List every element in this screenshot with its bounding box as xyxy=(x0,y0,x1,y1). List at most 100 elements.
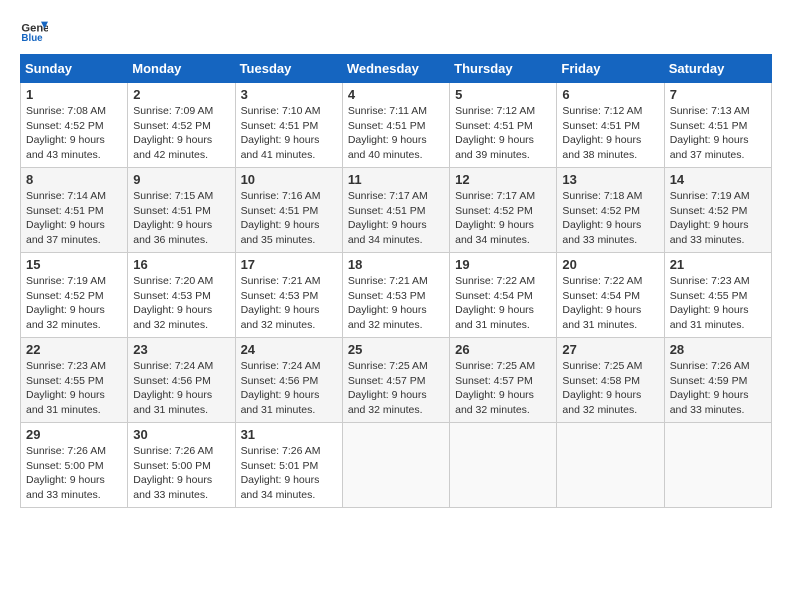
day-detail: Sunrise: 7:11 AMSunset: 4:51 PMDaylight:… xyxy=(348,105,427,161)
logo-icon: General Blue xyxy=(20,16,48,44)
day-detail: Sunrise: 7:24 AMSunset: 4:56 PMDaylight:… xyxy=(241,360,321,416)
day-number: 22 xyxy=(26,342,122,357)
calendar-cell xyxy=(342,423,449,508)
day-detail: Sunrise: 7:20 AMSunset: 4:53 PMDaylight:… xyxy=(133,275,213,331)
day-number: 31 xyxy=(241,427,337,442)
calendar-table: SundayMondayTuesdayWednesdayThursdayFrid… xyxy=(20,54,772,508)
calendar-week-5: 29 Sunrise: 7:26 AMSunset: 5:00 PMDaylig… xyxy=(21,423,772,508)
day-number: 18 xyxy=(348,257,444,272)
calendar-cell: 7 Sunrise: 7:13 AMSunset: 4:51 PMDayligh… xyxy=(664,83,771,168)
calendar-cell: 27 Sunrise: 7:25 AMSunset: 4:58 PMDaylig… xyxy=(557,338,664,423)
day-detail: Sunrise: 7:08 AMSunset: 4:52 PMDaylight:… xyxy=(26,105,106,161)
day-detail: Sunrise: 7:26 AMSunset: 5:00 PMDaylight:… xyxy=(26,445,106,501)
day-detail: Sunrise: 7:24 AMSunset: 4:56 PMDaylight:… xyxy=(133,360,213,416)
calendar-week-3: 15 Sunrise: 7:19 AMSunset: 4:52 PMDaylig… xyxy=(21,253,772,338)
day-number: 19 xyxy=(455,257,551,272)
calendar-cell: 10 Sunrise: 7:16 AMSunset: 4:51 PMDaylig… xyxy=(235,168,342,253)
day-detail: Sunrise: 7:22 AMSunset: 4:54 PMDaylight:… xyxy=(455,275,535,331)
day-number: 27 xyxy=(562,342,658,357)
calendar-cell: 14 Sunrise: 7:19 AMSunset: 4:52 PMDaylig… xyxy=(664,168,771,253)
calendar-cell: 11 Sunrise: 7:17 AMSunset: 4:51 PMDaylig… xyxy=(342,168,449,253)
day-detail: Sunrise: 7:26 AMSunset: 5:00 PMDaylight:… xyxy=(133,445,213,501)
logo: General Blue xyxy=(20,16,48,44)
calendar-cell xyxy=(557,423,664,508)
day-number: 15 xyxy=(26,257,122,272)
day-number: 11 xyxy=(348,172,444,187)
day-detail: Sunrise: 7:26 AMSunset: 5:01 PMDaylight:… xyxy=(241,445,321,501)
day-detail: Sunrise: 7:21 AMSunset: 4:53 PMDaylight:… xyxy=(241,275,321,331)
day-detail: Sunrise: 7:21 AMSunset: 4:53 PMDaylight:… xyxy=(348,275,428,331)
day-number: 7 xyxy=(670,87,766,102)
page-header: General Blue xyxy=(20,16,772,44)
weekday-header-tuesday: Tuesday xyxy=(235,55,342,83)
weekday-header-wednesday: Wednesday xyxy=(342,55,449,83)
day-number: 10 xyxy=(241,172,337,187)
day-number: 20 xyxy=(562,257,658,272)
calendar-cell: 16 Sunrise: 7:20 AMSunset: 4:53 PMDaylig… xyxy=(128,253,235,338)
calendar-cell: 23 Sunrise: 7:24 AMSunset: 4:56 PMDaylig… xyxy=(128,338,235,423)
day-number: 30 xyxy=(133,427,229,442)
day-detail: Sunrise: 7:16 AMSunset: 4:51 PMDaylight:… xyxy=(241,190,321,246)
day-detail: Sunrise: 7:17 AMSunset: 4:52 PMDaylight:… xyxy=(455,190,535,246)
day-number: 2 xyxy=(133,87,229,102)
calendar-cell: 5 Sunrise: 7:12 AMSunset: 4:51 PMDayligh… xyxy=(450,83,557,168)
day-number: 8 xyxy=(26,172,122,187)
calendar-cell: 24 Sunrise: 7:24 AMSunset: 4:56 PMDaylig… xyxy=(235,338,342,423)
weekday-header-saturday: Saturday xyxy=(664,55,771,83)
day-detail: Sunrise: 7:25 AMSunset: 4:58 PMDaylight:… xyxy=(562,360,642,416)
calendar-cell: 20 Sunrise: 7:22 AMSunset: 4:54 PMDaylig… xyxy=(557,253,664,338)
calendar-cell xyxy=(664,423,771,508)
calendar-cell: 3 Sunrise: 7:10 AMSunset: 4:51 PMDayligh… xyxy=(235,83,342,168)
calendar-cell: 9 Sunrise: 7:15 AMSunset: 4:51 PMDayligh… xyxy=(128,168,235,253)
calendar-week-2: 8 Sunrise: 7:14 AMSunset: 4:51 PMDayligh… xyxy=(21,168,772,253)
calendar-week-4: 22 Sunrise: 7:23 AMSunset: 4:55 PMDaylig… xyxy=(21,338,772,423)
day-detail: Sunrise: 7:19 AMSunset: 4:52 PMDaylight:… xyxy=(670,190,750,246)
day-number: 28 xyxy=(670,342,766,357)
day-number: 4 xyxy=(348,87,444,102)
day-detail: Sunrise: 7:13 AMSunset: 4:51 PMDaylight:… xyxy=(670,105,750,161)
calendar-cell: 1 Sunrise: 7:08 AMSunset: 4:52 PMDayligh… xyxy=(21,83,128,168)
day-number: 21 xyxy=(670,257,766,272)
weekday-header-friday: Friday xyxy=(557,55,664,83)
day-number: 5 xyxy=(455,87,551,102)
day-number: 26 xyxy=(455,342,551,357)
day-detail: Sunrise: 7:12 AMSunset: 4:51 PMDaylight:… xyxy=(562,105,642,161)
day-detail: Sunrise: 7:17 AMSunset: 4:51 PMDaylight:… xyxy=(348,190,428,246)
day-detail: Sunrise: 7:12 AMSunset: 4:51 PMDaylight:… xyxy=(455,105,535,161)
day-detail: Sunrise: 7:23 AMSunset: 4:55 PMDaylight:… xyxy=(26,360,106,416)
calendar-cell: 22 Sunrise: 7:23 AMSunset: 4:55 PMDaylig… xyxy=(21,338,128,423)
day-number: 13 xyxy=(562,172,658,187)
calendar-cell: 29 Sunrise: 7:26 AMSunset: 5:00 PMDaylig… xyxy=(21,423,128,508)
calendar-cell: 6 Sunrise: 7:12 AMSunset: 4:51 PMDayligh… xyxy=(557,83,664,168)
calendar-cell xyxy=(450,423,557,508)
weekday-header-thursday: Thursday xyxy=(450,55,557,83)
calendar-cell: 15 Sunrise: 7:19 AMSunset: 4:52 PMDaylig… xyxy=(21,253,128,338)
calendar-cell: 18 Sunrise: 7:21 AMSunset: 4:53 PMDaylig… xyxy=(342,253,449,338)
calendar-cell: 25 Sunrise: 7:25 AMSunset: 4:57 PMDaylig… xyxy=(342,338,449,423)
calendar-cell: 28 Sunrise: 7:26 AMSunset: 4:59 PMDaylig… xyxy=(664,338,771,423)
day-detail: Sunrise: 7:14 AMSunset: 4:51 PMDaylight:… xyxy=(26,190,106,246)
calendar-cell: 21 Sunrise: 7:23 AMSunset: 4:55 PMDaylig… xyxy=(664,253,771,338)
day-number: 29 xyxy=(26,427,122,442)
weekday-header-sunday: Sunday xyxy=(21,55,128,83)
calendar-cell: 31 Sunrise: 7:26 AMSunset: 5:01 PMDaylig… xyxy=(235,423,342,508)
calendar-cell: 26 Sunrise: 7:25 AMSunset: 4:57 PMDaylig… xyxy=(450,338,557,423)
day-detail: Sunrise: 7:18 AMSunset: 4:52 PMDaylight:… xyxy=(562,190,642,246)
day-detail: Sunrise: 7:23 AMSunset: 4:55 PMDaylight:… xyxy=(670,275,750,331)
day-detail: Sunrise: 7:10 AMSunset: 4:51 PMDaylight:… xyxy=(241,105,321,161)
calendar-cell: 19 Sunrise: 7:22 AMSunset: 4:54 PMDaylig… xyxy=(450,253,557,338)
calendar-cell: 13 Sunrise: 7:18 AMSunset: 4:52 PMDaylig… xyxy=(557,168,664,253)
day-number: 14 xyxy=(670,172,766,187)
day-number: 23 xyxy=(133,342,229,357)
day-number: 1 xyxy=(26,87,122,102)
calendar-cell: 8 Sunrise: 7:14 AMSunset: 4:51 PMDayligh… xyxy=(21,168,128,253)
calendar-cell: 30 Sunrise: 7:26 AMSunset: 5:00 PMDaylig… xyxy=(128,423,235,508)
day-number: 6 xyxy=(562,87,658,102)
calendar-cell: 2 Sunrise: 7:09 AMSunset: 4:52 PMDayligh… xyxy=(128,83,235,168)
day-detail: Sunrise: 7:25 AMSunset: 4:57 PMDaylight:… xyxy=(455,360,535,416)
weekday-header-monday: Monday xyxy=(128,55,235,83)
calendar-cell: 4 Sunrise: 7:11 AMSunset: 4:51 PMDayligh… xyxy=(342,83,449,168)
day-detail: Sunrise: 7:19 AMSunset: 4:52 PMDaylight:… xyxy=(26,275,106,331)
day-number: 9 xyxy=(133,172,229,187)
day-number: 3 xyxy=(241,87,337,102)
